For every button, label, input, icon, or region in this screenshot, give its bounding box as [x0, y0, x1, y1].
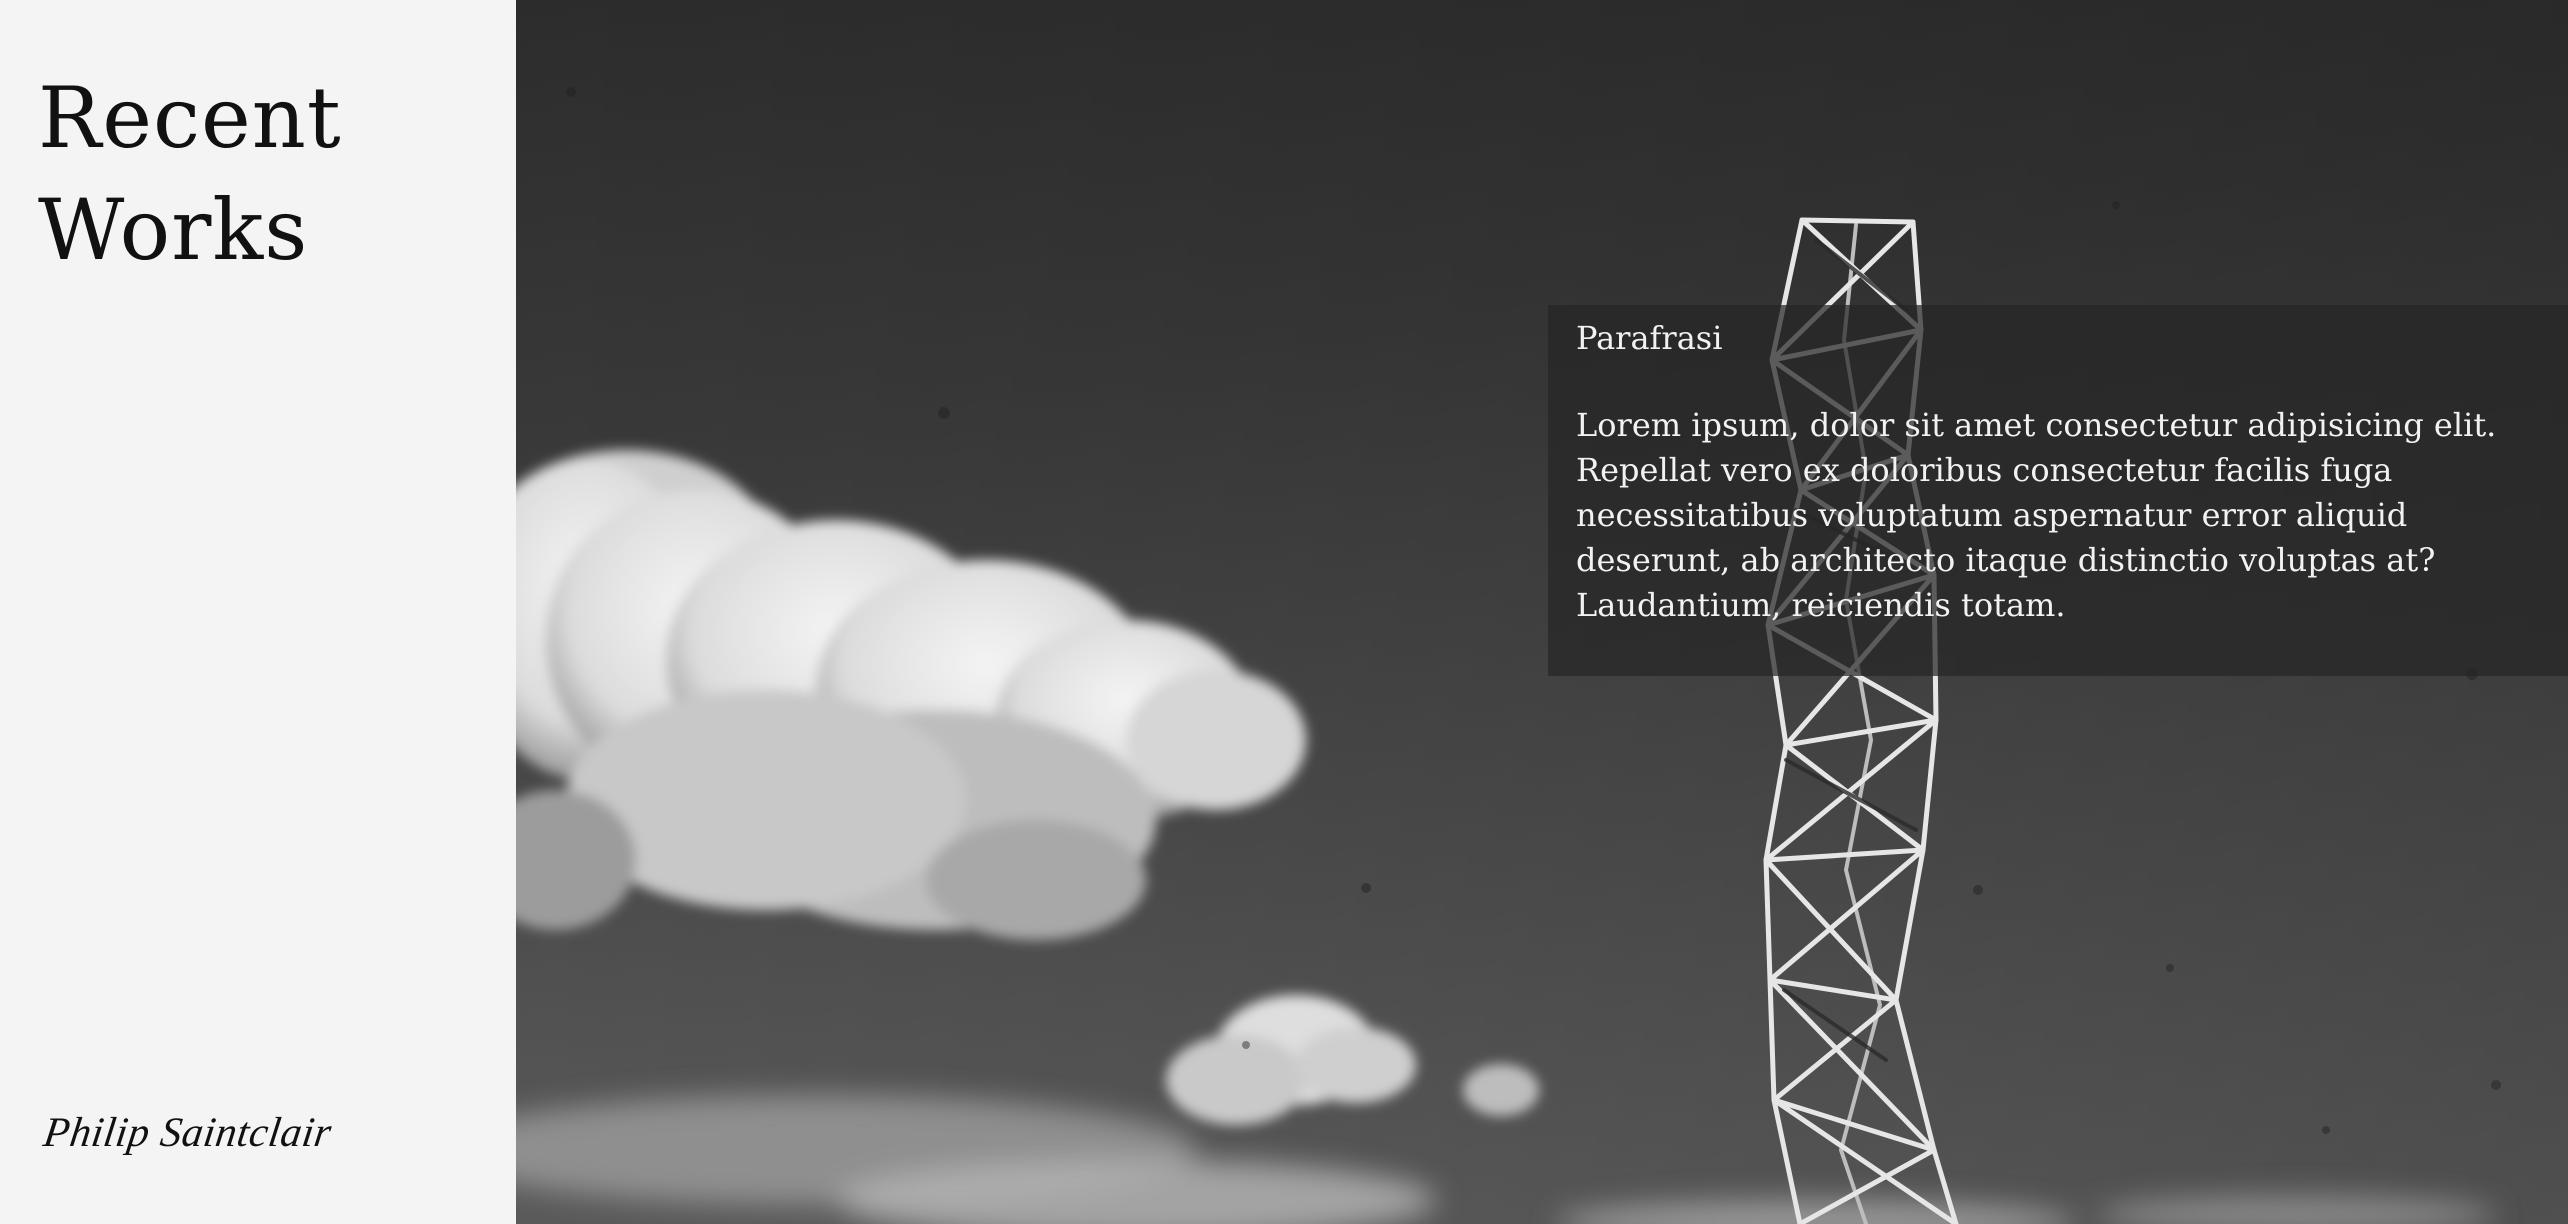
- page-title-line-1: Recent: [38, 69, 342, 167]
- author-signature[interactable]: Philip Saintclair: [40, 1106, 335, 1160]
- caption-title: Parafrasi: [1576, 319, 1723, 357]
- page-title-line-2: Works: [38, 181, 309, 279]
- page-title: Recent Works: [38, 62, 342, 286]
- sidebar: Recent Works Philip Saintclair: [0, 0, 516, 1224]
- hero-image: Parafrasi Lorem ipsum, dolor sit amet co…: [516, 0, 2568, 1224]
- page: Recent Works Philip Saintclair Parafrasi…: [0, 0, 2568, 1224]
- caption-card: Parafrasi Lorem ipsum, dolor sit amet co…: [1548, 305, 2568, 676]
- caption-body: Lorem ipsum, dolor sit amet consectetur …: [1576, 406, 2497, 624]
